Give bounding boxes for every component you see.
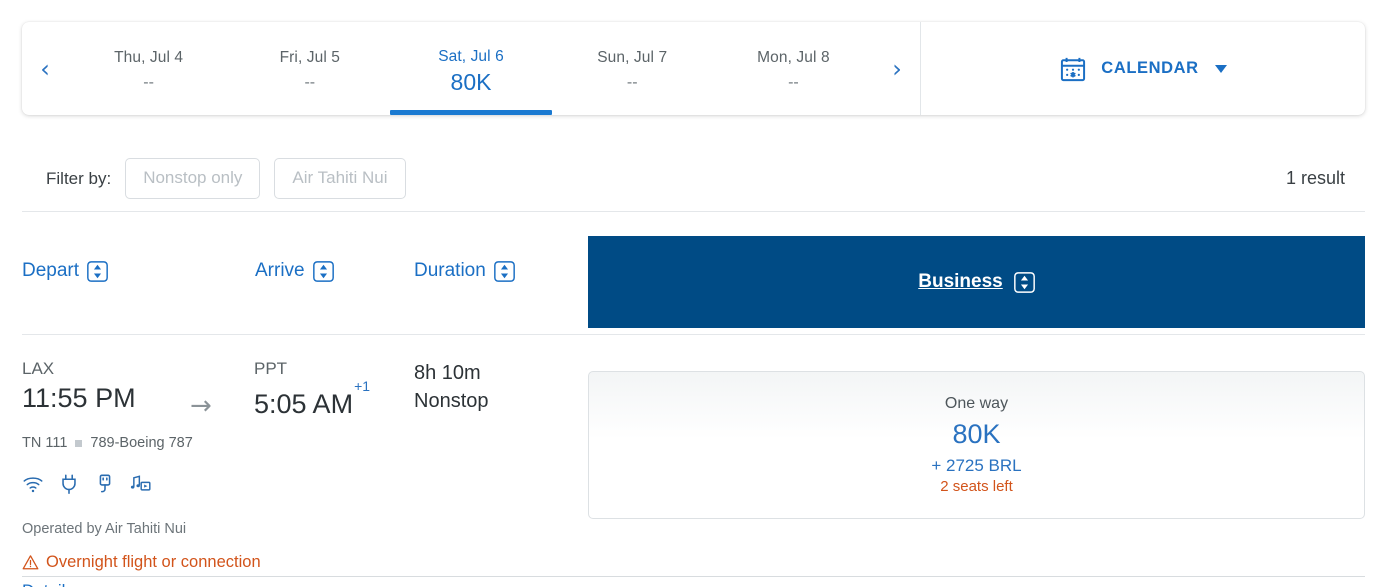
date-tab-label: Thu, Jul 4 [114, 48, 184, 66]
departure-airport-code: LAX [22, 359, 55, 378]
arrival-time-value: 5:05 AM [254, 389, 354, 419]
duration-column-label: Duration [414, 260, 486, 281]
aircraft-type: 789-Boeing 787 [90, 435, 193, 451]
date-tab-price: -- [788, 73, 799, 91]
date-list: Thu, Jul 4 -- Fri, Jul 5 -- Sat, Jul 6 8… [68, 22, 874, 115]
filter-chip-nonstop-only[interactable]: Nonstop only [125, 158, 261, 199]
stops-label: Nonstop [414, 390, 489, 412]
arrive-column-label: Arrive [255, 260, 305, 281]
results-column-headers: Depart Arrive Duration Business [22, 212, 1365, 334]
wifi-icon [22, 473, 44, 495]
sort-by-arrive[interactable]: Arrive [255, 260, 334, 282]
date-tab-sat-jul-6[interactable]: Sat, Jul 6 80K [390, 22, 552, 115]
arrival-time: 5:05 AM+1 [254, 378, 371, 422]
warning-triangle-icon [22, 554, 39, 571]
sort-icon [87, 260, 108, 282]
overnight-warning-text: Overnight flight or connection [46, 553, 261, 571]
date-tab-label: Mon, Jul 8 [757, 48, 830, 66]
filter-chip-air-tahiti-nui[interactable]: Air Tahiti Nui [274, 158, 406, 199]
date-tab-price: 80K [450, 68, 492, 95]
duration-block: 8h 10m Nonstop [414, 359, 489, 415]
date-strip-card: ‹ Thu, Jul 4 -- Fri, Jul 5 -- Sat, Jul 6… [22, 22, 1365, 115]
date-tab-mon-jul-8[interactable]: Mon, Jul 8 -- [713, 22, 874, 115]
arrival-airport-code: PPT [254, 359, 288, 378]
cabin-label[interactable]: Business [918, 271, 1002, 293]
calendar-button[interactable]: CALENDAR [921, 22, 1365, 115]
date-strip: ‹ Thu, Jul 4 -- Fri, Jul 5 -- Sat, Jul 6… [22, 22, 921, 115]
flight-result-row: LAX 11:55 PM → PPT 5:05 AM+1 8h 10m Nons… [22, 334, 1365, 587]
cabin-column-header-business: Business [588, 236, 1365, 328]
flight-duration: 8h 10m [414, 362, 481, 384]
flight-results-page: ‹ Thu, Jul 4 -- Fri, Jul 5 -- Sat, Jul 6… [0, 0, 1387, 587]
date-tab-label: Fri, Jul 5 [279, 48, 341, 66]
fare-cash-surcharge: + 2725 BRL [931, 456, 1022, 475]
departure-block: LAX 11:55 PM [22, 357, 136, 416]
calendar-button-label: CALENDAR [1101, 59, 1199, 77]
date-tab-label: Sat, Jul 6 [438, 47, 504, 65]
fare-miles-price: 80K [952, 419, 1001, 449]
date-tab-label: Sun, Jul 7 [597, 48, 668, 66]
operated-by-label: Operated by Air Tahiti Nui [22, 521, 187, 537]
next-dates-button[interactable]: › [874, 22, 920, 115]
overnight-warning: Overnight flight or connection [22, 553, 261, 572]
details-link[interactable]: Details [22, 581, 74, 587]
bottom-divider [22, 576, 1365, 577]
power-outlet-icon [58, 473, 80, 495]
separator-square-icon [75, 439, 83, 447]
date-tab-fri-jul-5[interactable]: Fri, Jul 5 -- [229, 22, 390, 115]
sort-icon [493, 260, 515, 282]
sort-icon [312, 260, 334, 282]
previous-dates-button[interactable]: ‹ [22, 22, 68, 115]
arrival-day-offset: +1 [354, 378, 371, 394]
fare-seats-left: 2 seats left [940, 478, 1013, 495]
sort-icon[interactable] [1013, 271, 1035, 293]
active-date-underline [390, 110, 552, 115]
usb-port-icon [94, 473, 116, 495]
sort-by-depart[interactable]: Depart [22, 260, 108, 282]
filter-by-label: Filter by: [46, 168, 112, 188]
date-tab-thu-jul-4[interactable]: Thu, Jul 4 -- [68, 22, 229, 115]
sort-by-duration[interactable]: Duration [414, 260, 515, 282]
flight-number: TN 111 [22, 435, 68, 451]
results-table: Depart Arrive Duration Business LAX 11:5… [22, 212, 1365, 587]
depart-column-label: Depart [22, 260, 80, 281]
date-tab-price: -- [626, 73, 638, 91]
flight-meta: TN 111 789-Boeing 787 [22, 435, 193, 451]
result-count: 1 result [1285, 168, 1345, 188]
departure-time: 11:55 PM [22, 383, 136, 413]
flight-direction-arrow-icon: → [190, 391, 212, 421]
date-tab-sun-jul-7[interactable]: Sun, Jul 7 -- [552, 22, 713, 115]
entertainment-icon [130, 473, 152, 495]
fare-trip-type: One way [944, 395, 1009, 412]
amenity-icons [22, 473, 152, 495]
calendar-icon [1059, 55, 1087, 83]
date-tab-price: -- [304, 73, 316, 91]
date-tab-price: -- [143, 73, 154, 91]
filter-bar: Filter by: Nonstop only Air Tahiti Nui 1… [22, 146, 1365, 212]
chevron-down-icon [1214, 64, 1227, 73]
arrival-block: PPT 5:05 AM+1 [254, 357, 370, 422]
fare-card-business[interactable]: One way 80K + 2725 BRL 2 seats left [588, 371, 1365, 519]
